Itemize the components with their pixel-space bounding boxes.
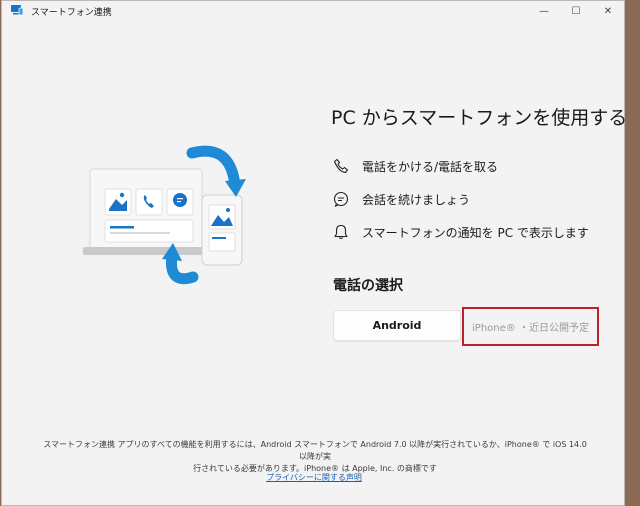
feature-calls: 電話をかける/電話を取る [333,156,498,176]
requirements-note: スマートフォン連携 アプリのすべての機能を利用するには、Android スマート… [42,439,588,475]
title-bar: スマートフォン連携 — ☐ ✕ [2,1,624,21]
feature-label: スマートフォンの通知を PC で表示します [362,225,589,240]
note-line: スマートフォン連携 アプリのすべての機能を利用するには、Android スマート… [43,440,587,461]
close-button[interactable]: ✕ [592,1,624,21]
app-icon [11,5,24,16]
chat-small-icon [173,193,187,207]
window-title: スマートフォン連携 [31,8,112,18]
iphone-option: iPhone® ・近日公開予定 [462,307,599,346]
bell-icon [334,224,348,240]
page-title: PC からスマートフォンを使用する [331,107,628,129]
chat-icon [333,191,349,207]
feature-label: 会話を続けましょう [362,192,471,207]
feature-chat: 会話を続けましょう [333,189,470,209]
maximize-button[interactable]: ☐ [560,1,592,21]
android-button[interactable]: Android [333,310,461,341]
feature-label: 電話をかける/電話を取る [362,159,499,174]
app-window: スマートフォン連携 — ☐ ✕ PC からスマートフォンを使用する 電話をかける… [1,0,628,506]
feature-notifications: スマートフォンの通知を PC で表示します [333,222,589,242]
phone-select-heading: 電話の選択 [333,278,403,294]
phone-icon [333,158,349,174]
devices-illustration [83,145,246,285]
privacy-link[interactable]: プライバシーに関する声明 [2,472,626,483]
minimize-button[interactable]: — [528,1,560,21]
